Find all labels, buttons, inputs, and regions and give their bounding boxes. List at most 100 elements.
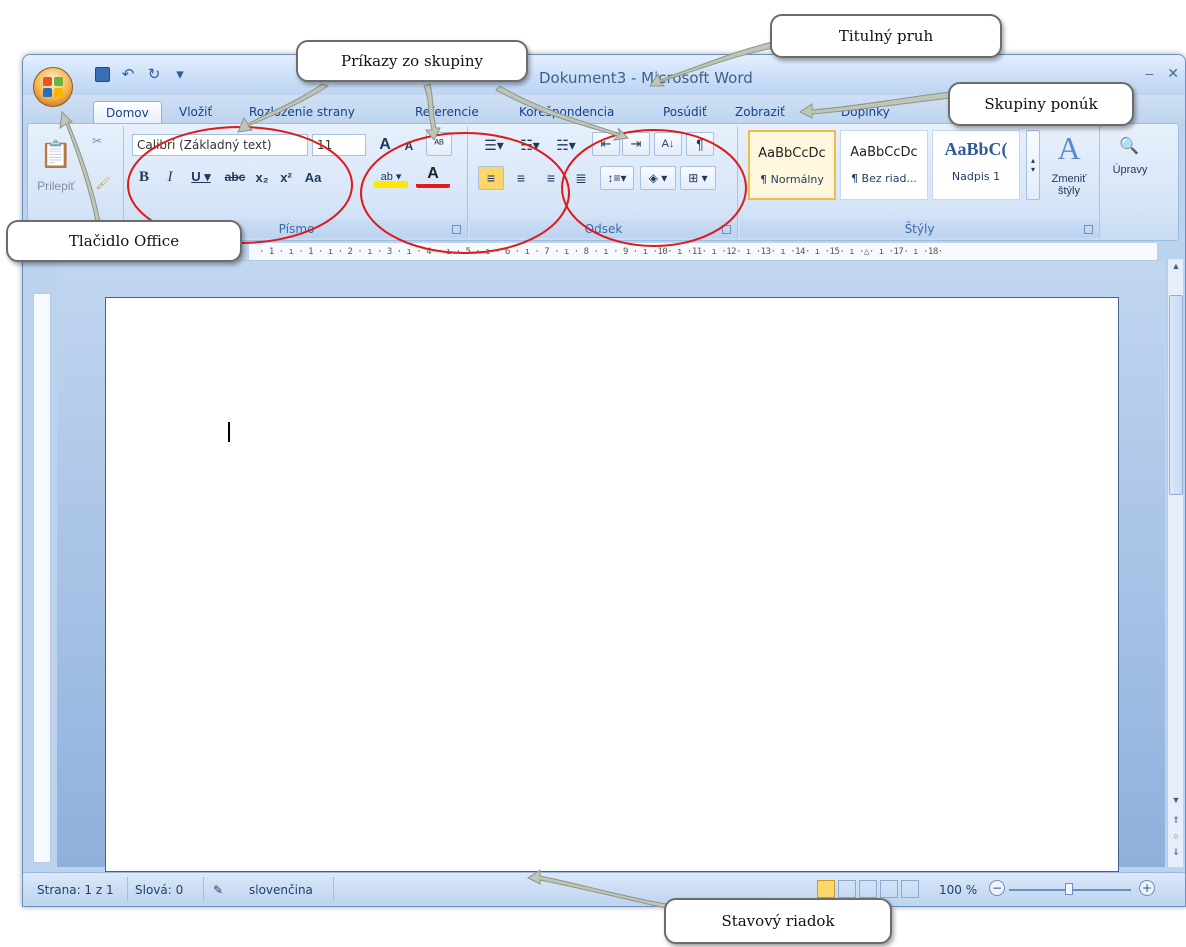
paragraph-dialog-launcher-icon[interactable] [722, 225, 731, 234]
style-normal-sample: AaBbCcDc [758, 146, 826, 161]
subscript-icon[interactable]: x₂ [252, 166, 272, 188]
style-heading-1-sample: AaBbC( [944, 139, 1008, 159]
numbering-icon[interactable]: ☷▾ [514, 134, 546, 156]
zoom-out-icon[interactable]: − [989, 880, 1005, 896]
highlight-icon[interactable]: ab ▾ [374, 164, 408, 188]
save-icon[interactable] [93, 66, 111, 82]
paste-icon[interactable]: 📋 [34, 134, 78, 174]
next-page-icon[interactable]: ⇓ [1168, 847, 1184, 858]
word-window: ↶ ↻ ▾ Dokument3 - Microsoft Word ‒ ✕ Dom… [22, 54, 1186, 907]
language[interactable]: slovenčina [249, 883, 313, 897]
change-styles-icon[interactable]: A [1044, 130, 1094, 166]
increase-indent-icon[interactable]: ⇥ [622, 132, 650, 156]
tab-vlozit[interactable]: Vložiť [179, 105, 212, 119]
align-left-icon[interactable]: ≡ [478, 166, 504, 190]
view-buttons [817, 880, 919, 898]
bold-icon[interactable]: B [134, 166, 154, 188]
window-controls: ‒ ✕ [1145, 65, 1179, 82]
format-painter-icon[interactable]: 🖌 [94, 174, 112, 192]
tab-korespondencia[interactable]: Korešpondencia [519, 105, 614, 119]
sort-icon[interactable]: A↓ [654, 132, 682, 156]
word-count[interactable]: Slová: 0 [135, 883, 183, 897]
scroll-up-icon[interactable]: ▲ [1168, 261, 1184, 271]
paste-label[interactable]: Prilepiť [30, 178, 82, 194]
change-styles-button[interactable]: Zmeniť štýly [1042, 170, 1096, 200]
superscript-icon[interactable]: x² [276, 166, 296, 188]
styles-dialog-launcher-icon[interactable] [1084, 225, 1093, 234]
office-button[interactable] [33, 67, 73, 107]
scroll-down-icon[interactable]: ▼ [1168, 795, 1184, 805]
text-cursor [228, 422, 230, 442]
font-name-combo[interactable]: Calibri (Základný text) [132, 134, 308, 156]
style-no-spacing-sample: AaBbCcDc [850, 145, 918, 160]
show-formatting-icon[interactable]: ¶ [686, 132, 714, 156]
align-right-icon[interactable]: ≡ [538, 166, 564, 190]
change-case-icon[interactable]: Aa [302, 166, 324, 188]
full-screen-reading-icon[interactable] [838, 880, 856, 898]
align-center-icon[interactable]: ≡ [508, 166, 534, 190]
outline-icon[interactable] [880, 880, 898, 898]
scrollbar-thumb[interactable] [1169, 295, 1183, 495]
tab-referencie[interactable]: Referencie [415, 105, 479, 119]
decrease-indent-icon[interactable]: ⇤ [592, 132, 620, 156]
previous-page-icon[interactable]: ⇑ [1168, 815, 1184, 826]
editing-group: 🔍 Úpravy [1104, 126, 1156, 238]
shrink-font-icon[interactable]: A [398, 136, 420, 156]
undo-icon[interactable]: ↶ [119, 66, 137, 83]
font-color-icon[interactable]: A [416, 164, 450, 188]
redo-icon[interactable]: ↻ [145, 66, 163, 83]
bullets-icon[interactable]: ☰▾ [478, 134, 510, 156]
styles-group-label: Štýly [740, 220, 1099, 238]
grow-font-icon[interactable]: A [372, 134, 398, 156]
browse-object-icon[interactable]: ○ [1168, 831, 1184, 841]
paragraph-group: ☰▾ ☷▾ ☵▾ ⇤ ⇥ A↓ ¶ ≡ ≡ ≡ ≣ ↕≡▾ ◈ ▾ ⊞ ▾ Od… [470, 126, 738, 238]
font-size-combo[interactable]: 11 [312, 134, 366, 156]
tab-rozlozenie-strany[interactable]: Rozloženie strany [249, 105, 355, 119]
minimize-icon[interactable]: ‒ [1145, 65, 1153, 82]
tab-doplnky[interactable]: Doplnky [841, 105, 890, 119]
style-heading-1[interactable]: AaBbC( Nadpis 1 [932, 130, 1020, 200]
justify-icon[interactable]: ≣ [568, 166, 594, 190]
customize-qat-icon[interactable]: ▾ [171, 66, 189, 83]
style-normal-name: ¶ Normálny [760, 173, 824, 186]
web-layout-icon[interactable] [859, 880, 877, 898]
draft-icon[interactable] [901, 880, 919, 898]
annotated-screenshot: ↶ ↻ ▾ Dokument3 - Microsoft Word ‒ ✕ Dom… [0, 0, 1186, 947]
vertical-scrollbar[interactable]: ▲ ▼ ⇑ ○ ⇓ [1167, 259, 1183, 867]
zoom-slider-knob[interactable] [1065, 883, 1073, 895]
page-count[interactable]: Strana: 1 z 1 [37, 883, 114, 897]
shading-icon[interactable]: ◈ ▾ [640, 166, 676, 190]
font-dialog-launcher-icon[interactable] [452, 225, 461, 234]
tab-posudit[interactable]: Posúdiť [663, 105, 707, 119]
strikethrough-icon[interactable]: abc [222, 166, 248, 188]
line-spacing-icon[interactable]: ↕≡▾ [600, 166, 634, 190]
tab-domov[interactable]: Domov [93, 101, 162, 125]
find-icon[interactable]: 🔍 [1114, 134, 1144, 158]
style-no-spacing[interactable]: AaBbCcDc ¶ Bez riad... [840, 130, 928, 200]
tab-zobrazit[interactable]: Zobraziť [735, 105, 785, 119]
zoom-level[interactable]: 100 % [939, 883, 977, 897]
clear-formatting-icon[interactable]: ᴬᴮ [426, 132, 452, 156]
italic-icon[interactable]: I [160, 166, 180, 188]
callout-office-button: Tlačidlo Office [6, 220, 242, 262]
status-bar: Strana: 1 z 1 Slová: 0 ✎ slovenčina 100 … [23, 872, 1185, 906]
style-normal[interactable]: AaBbCcDc ¶ Normálny [748, 130, 836, 200]
proofing-icon[interactable]: ✎ [213, 883, 223, 897]
status-separator [127, 877, 128, 901]
close-icon[interactable]: ✕ [1167, 65, 1179, 82]
underline-icon[interactable]: U ▾ [186, 166, 216, 188]
zoom-in-icon[interactable]: + [1139, 880, 1155, 896]
zoom-slider[interactable] [1009, 883, 1131, 895]
borders-icon[interactable]: ⊞ ▾ [680, 166, 716, 190]
cut-icon[interactable]: ✂ [88, 132, 106, 150]
callout-group-commands: Príkazy zo skupiny [296, 40, 528, 82]
multilevel-list-icon[interactable]: ☵▾ [550, 134, 582, 156]
editing-button[interactable]: Úpravy [1106, 162, 1154, 178]
paragraph-group-label: Odsek [470, 220, 737, 238]
document-page[interactable] [105, 297, 1119, 872]
document-area [57, 261, 1165, 872]
print-layout-icon[interactable] [817, 880, 835, 898]
vertical-ruler[interactable] [33, 293, 51, 863]
styles-scroll-icon[interactable]: ▴ ▾ [1026, 130, 1040, 200]
callout-status-bar: Stavový riadok [664, 898, 892, 944]
